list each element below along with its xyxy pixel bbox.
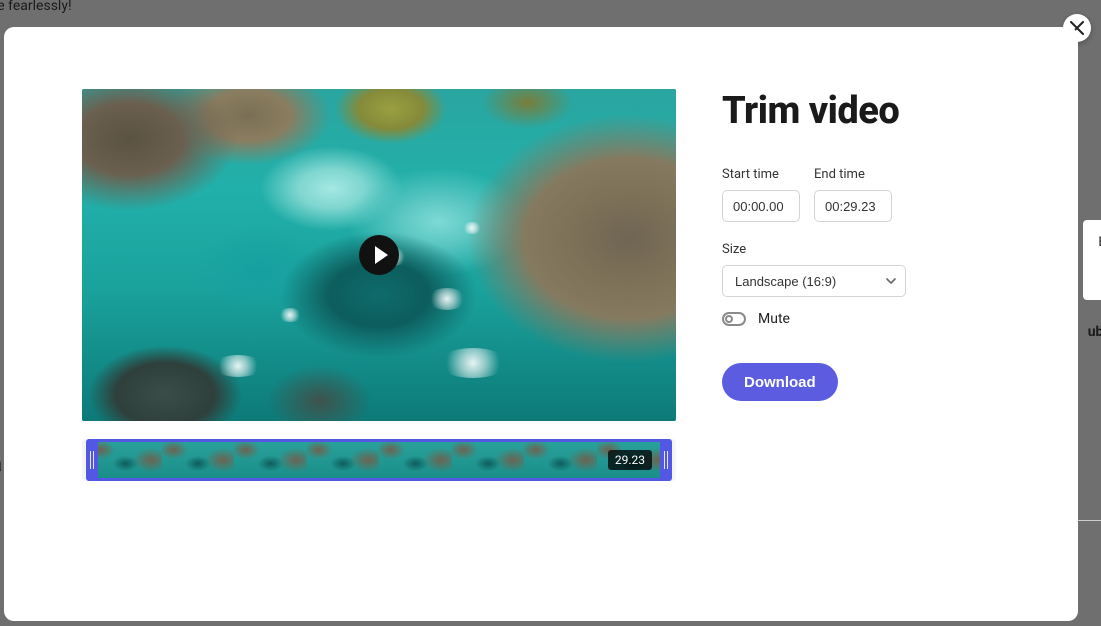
bg-card-fragment	[1083, 220, 1101, 300]
trim-timeline[interactable]: 29.23	[82, 439, 676, 481]
trim-video-modal: 29.23 Trim video Start time End time Siz…	[4, 27, 1078, 621]
bg-text-fragment: a	[0, 452, 2, 477]
download-button[interactable]: Download	[722, 363, 838, 401]
trim-end-handle[interactable]	[660, 439, 672, 481]
timeline-thumbnail	[307, 442, 380, 478]
size-field: Size	[722, 242, 1000, 297]
trim-selection	[86, 439, 672, 481]
timeline-thumbnails	[89, 442, 669, 478]
trim-start-handle[interactable]	[86, 439, 98, 481]
timeline-thumbnail	[89, 442, 162, 478]
start-time-field: Start time	[722, 167, 800, 222]
mute-row: Mute	[722, 311, 1000, 327]
timeline-thumbnail	[524, 442, 597, 478]
video-frame-detail	[427, 288, 467, 310]
video-frame-detail	[462, 222, 482, 234]
timeline-thumbnail	[162, 442, 235, 478]
start-time-input[interactable]	[722, 190, 800, 222]
time-row: Start time End time	[722, 167, 1000, 222]
timeline-thumbnail	[452, 442, 525, 478]
timeline-thumbnail	[379, 442, 452, 478]
controls-column: Trim video Start time End time Size	[722, 89, 1000, 561]
mute-toggle[interactable]	[722, 312, 746, 326]
size-select[interactable]	[722, 265, 906, 297]
end-time-label: End time	[814, 167, 892, 182]
size-select-wrap	[722, 265, 906, 297]
duration-badge: 29.23	[608, 450, 652, 470]
video-preview[interactable]	[82, 89, 676, 421]
end-time-field: End time	[814, 167, 892, 222]
play-button[interactable]	[359, 235, 399, 275]
bg-text-fragment: ube	[1088, 324, 1101, 340]
size-label: Size	[722, 242, 1000, 257]
start-time-label: Start time	[722, 167, 800, 182]
end-time-input[interactable]	[814, 190, 892, 222]
video-frame-detail	[438, 348, 508, 378]
bg-text-fragment: tly, share fearlessly!	[0, 0, 72, 14]
preview-column: 29.23	[82, 89, 676, 561]
timeline-thumbnail	[234, 442, 307, 478]
toggle-knob	[725, 315, 733, 323]
modal-title: Trim video	[722, 89, 1000, 133]
mute-label: Mute	[758, 311, 790, 327]
video-frame-detail	[213, 355, 263, 377]
